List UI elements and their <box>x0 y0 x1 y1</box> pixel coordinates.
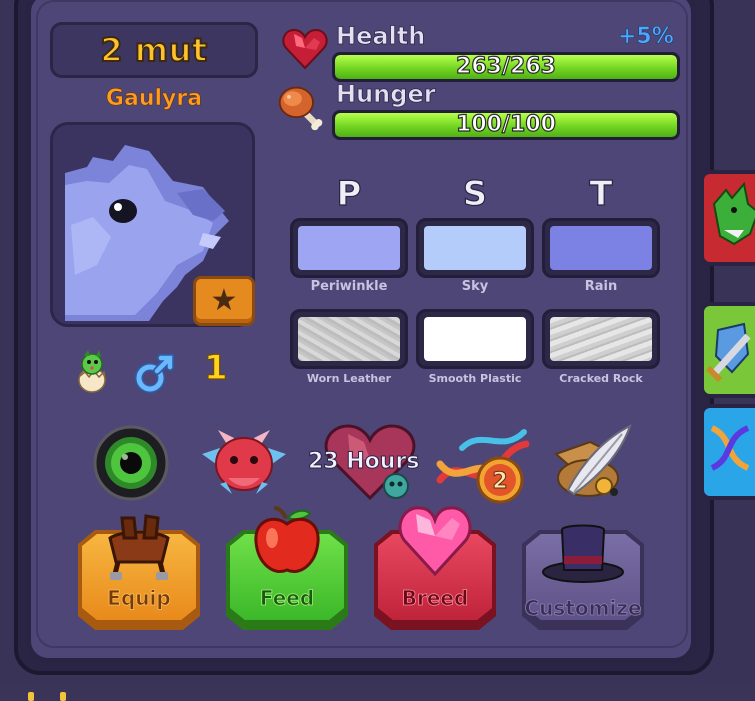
health-value: 263/263 <box>455 54 556 79</box>
equip-label: Equip <box>107 586 171 611</box>
pet-name-plate[interactable]: 2 mut <box>50 22 258 78</box>
bottom-strip <box>0 682 755 701</box>
feed-button[interactable]: Feed <box>226 506 348 630</box>
baby-dragon-egg-icon <box>78 350 106 393</box>
pet-name: 2 mut <box>99 30 208 70</box>
green-eye-icon[interactable] <box>92 424 170 502</box>
sword-shield-icon <box>705 322 751 383</box>
species-name: Gaulyra <box>105 86 203 112</box>
feather-hat-icon[interactable] <box>548 420 634 506</box>
side-tab-dragon[interactable] <box>700 170 755 266</box>
hunger-value: 100/100 <box>455 112 556 137</box>
star-icon: ★ <box>210 283 238 318</box>
tertiary-slot-header: T <box>589 173 613 214</box>
equip-button[interactable]: Equip <box>78 514 200 630</box>
feed-label: Feed <box>259 586 315 611</box>
primary-texture-swatch[interactable] <box>290 309 408 369</box>
generation-number: 1 <box>203 347 228 388</box>
texture-fill <box>298 317 400 361</box>
top-hat-icon <box>542 524 624 583</box>
primary-color-name: Periwinkle <box>310 279 388 294</box>
bottom-marker <box>28 692 34 701</box>
swatch-fill <box>298 226 400 270</box>
secondary-color-name: Sky <box>461 279 489 294</box>
dna-helix-icon <box>710 425 750 471</box>
tertiary-texture-swatch[interactable] <box>542 309 660 369</box>
green-dragon-icon <box>712 181 755 246</box>
swatch-fill <box>424 226 526 270</box>
red-dragon-head-icon[interactable] <box>198 424 290 500</box>
swatch-fill <box>550 226 652 270</box>
side-tab-battle[interactable] <box>700 302 755 398</box>
meat-drumstick-icon <box>278 86 323 131</box>
hunger-label: Hunger <box>336 80 436 109</box>
primary-texture-name: Worn Leather <box>306 372 392 385</box>
primary-slot-header: P <box>336 173 362 214</box>
tertiary-color-swatch[interactable] <box>542 218 660 278</box>
texture-fill <box>550 317 652 361</box>
mutation-count: 2 <box>492 469 507 494</box>
health-bonus: +5% <box>618 24 674 50</box>
health-label: Health <box>336 22 426 51</box>
texture-fill <box>424 317 526 361</box>
primary-color-swatch[interactable] <box>290 218 408 278</box>
male-symbol-icon <box>135 354 174 393</box>
breed-button[interactable]: Breed <box>374 506 496 630</box>
bottom-marker <box>60 692 66 701</box>
hunger-bar: 100/100 <box>332 110 680 140</box>
secondary-texture-swatch[interactable] <box>416 309 534 369</box>
customize-button[interactable]: Customize <box>522 524 644 630</box>
tertiary-color-name: Rain <box>584 279 618 294</box>
side-tab-dna[interactable] <box>700 404 755 500</box>
saddle-icon <box>108 514 170 580</box>
secondary-color-swatch[interactable] <box>416 218 534 278</box>
breed-label: Breed <box>401 586 469 611</box>
secondary-texture-name: Smooth Plastic <box>428 372 522 385</box>
health-bar: 263/263 <box>332 52 680 82</box>
breed-cooldown-text: 23 Hours <box>307 449 420 475</box>
apple-icon <box>254 506 320 573</box>
customize-label: Customize <box>524 596 642 621</box>
heart-icon <box>282 28 328 70</box>
tertiary-texture-name: Cracked Rock <box>559 372 643 385</box>
dna-mutation-icon[interactable]: 2 <box>432 424 530 506</box>
pink-heart-icon <box>398 506 472 577</box>
secondary-slot-header: S <box>462 173 488 214</box>
favorite-star-button[interactable]: ★ <box>193 276 255 326</box>
